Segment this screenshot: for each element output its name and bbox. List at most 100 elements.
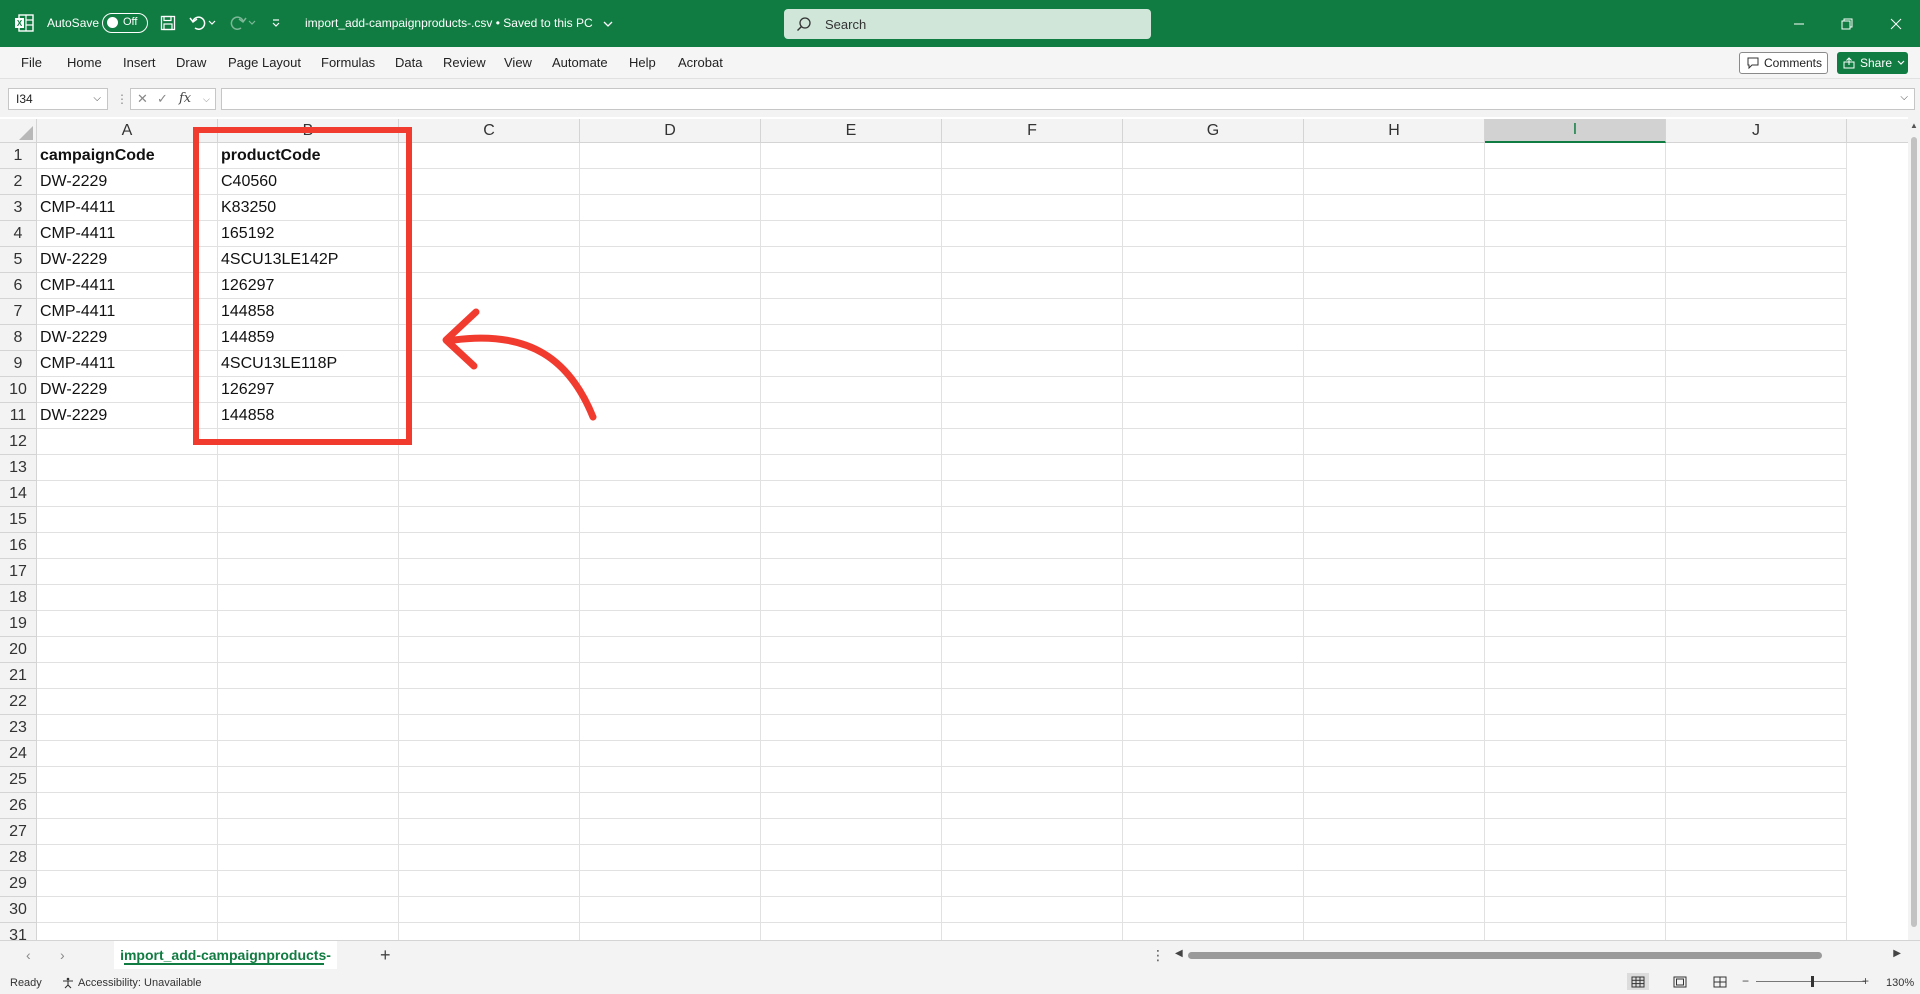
cell-f11[interactable] [942, 403, 1123, 429]
cell-f19[interactable] [942, 611, 1123, 637]
cell-f21[interactable] [942, 663, 1123, 689]
expand-formula-icon[interactable]: ⌵ [1900, 92, 1908, 103]
row-header[interactable]: 12 [0, 429, 37, 455]
cell-b9[interactable]: 4SCU13LE118P [218, 351, 399, 377]
cell-i19[interactable] [1485, 611, 1666, 637]
cell-i11[interactable] [1485, 403, 1666, 429]
cell-h2[interactable] [1304, 169, 1485, 195]
cell-b6[interactable]: 126297 [218, 273, 399, 299]
cell-g21[interactable] [1123, 663, 1304, 689]
row-header[interactable]: 28 [0, 845, 37, 871]
cell-a18[interactable] [37, 585, 218, 611]
cell-e3[interactable] [761, 195, 942, 221]
cell-d4[interactable] [580, 221, 761, 247]
cell-f20[interactable] [942, 637, 1123, 663]
cell-d12[interactable] [580, 429, 761, 455]
menu-home[interactable]: Home [67, 55, 102, 70]
cell-b14[interactable] [218, 481, 399, 507]
zoom-slider[interactable] [1756, 976, 1866, 987]
cell-c16[interactable] [399, 533, 580, 559]
share-button[interactable]: Share [1837, 52, 1908, 74]
cell-f2[interactable] [942, 169, 1123, 195]
cell-g31[interactable] [1123, 923, 1304, 940]
cell-c7[interactable] [399, 299, 580, 325]
cell-f22[interactable] [942, 689, 1123, 715]
cell-c8[interactable] [399, 325, 580, 351]
cell-g1[interactable] [1123, 143, 1304, 169]
customize-toolbar-icon[interactable] [266, 13, 286, 33]
cell-e1[interactable] [761, 143, 942, 169]
name-box[interactable]: I34 ⌵ [8, 88, 108, 110]
column-header-a[interactable]: A [37, 119, 218, 143]
cell-d24[interactable] [580, 741, 761, 767]
cell-a20[interactable] [37, 637, 218, 663]
cell-h14[interactable] [1304, 481, 1485, 507]
cell-e19[interactable] [761, 611, 942, 637]
cell-a1[interactable]: campaignCode [37, 143, 218, 169]
cell-h3[interactable] [1304, 195, 1485, 221]
cell-d8[interactable] [580, 325, 761, 351]
zoom-in-button[interactable]: + [1862, 974, 1869, 988]
cell-a27[interactable] [37, 819, 218, 845]
chevron-down-icon[interactable]: ⌵ [203, 94, 210, 105]
cell-f5[interactable] [942, 247, 1123, 273]
cell-d27[interactable] [580, 819, 761, 845]
cell-f27[interactable] [942, 819, 1123, 845]
cell-i30[interactable] [1485, 897, 1666, 923]
row-header[interactable]: 1 [0, 143, 37, 169]
cell-e16[interactable] [761, 533, 942, 559]
cell-d14[interactable] [580, 481, 761, 507]
cell-g20[interactable] [1123, 637, 1304, 663]
cell-f7[interactable] [942, 299, 1123, 325]
cell-g12[interactable] [1123, 429, 1304, 455]
cell-d16[interactable] [580, 533, 761, 559]
enter-icon[interactable]: ✓ [157, 91, 168, 107]
cell-g7[interactable] [1123, 299, 1304, 325]
row-header[interactable]: 9 [0, 351, 37, 377]
cell-d15[interactable] [580, 507, 761, 533]
cell-h30[interactable] [1304, 897, 1485, 923]
cell-i18[interactable] [1485, 585, 1666, 611]
cell-e20[interactable] [761, 637, 942, 663]
cell-j22[interactable] [1666, 689, 1847, 715]
cell-e15[interactable] [761, 507, 942, 533]
menu-draw[interactable]: Draw [176, 55, 206, 70]
cell-f28[interactable] [942, 845, 1123, 871]
row-header[interactable]: 11 [0, 403, 37, 429]
cell-b25[interactable] [218, 767, 399, 793]
chevron-down-icon[interactable]: ⌵ [93, 93, 101, 104]
cell-j26[interactable] [1666, 793, 1847, 819]
cell-d17[interactable] [580, 559, 761, 585]
cell-b3[interactable]: K83250 [218, 195, 399, 221]
cell-j9[interactable] [1666, 351, 1847, 377]
cell-a11[interactable]: DW-2229 [37, 403, 218, 429]
scroll-thumb[interactable] [1911, 137, 1917, 927]
cell-e18[interactable] [761, 585, 942, 611]
row-header[interactable]: 5 [0, 247, 37, 273]
cell-c5[interactable] [399, 247, 580, 273]
cell-f16[interactable] [942, 533, 1123, 559]
cell-b4[interactable]: 165192 [218, 221, 399, 247]
cell-g17[interactable] [1123, 559, 1304, 585]
cell-e26[interactable] [761, 793, 942, 819]
cell-h21[interactable] [1304, 663, 1485, 689]
row-header[interactable]: 19 [0, 611, 37, 637]
row-header[interactable]: 18 [0, 585, 37, 611]
cell-d23[interactable] [580, 715, 761, 741]
cell-f14[interactable] [942, 481, 1123, 507]
scroll-left-icon[interactable]: ◀ [1175, 948, 1183, 959]
cell-b11[interactable]: 144858 [218, 403, 399, 429]
cell-a16[interactable] [37, 533, 218, 559]
cell-a25[interactable] [37, 767, 218, 793]
cell-h27[interactable] [1304, 819, 1485, 845]
cell-j19[interactable] [1666, 611, 1847, 637]
menu-help[interactable]: Help [629, 55, 656, 70]
cell-e24[interactable] [761, 741, 942, 767]
cell-f31[interactable] [942, 923, 1123, 940]
cell-d30[interactable] [580, 897, 761, 923]
cell-f8[interactable] [942, 325, 1123, 351]
cell-d20[interactable] [580, 637, 761, 663]
cell-c10[interactable] [399, 377, 580, 403]
comments-button[interactable]: Comments [1739, 52, 1828, 74]
cell-c13[interactable] [399, 455, 580, 481]
